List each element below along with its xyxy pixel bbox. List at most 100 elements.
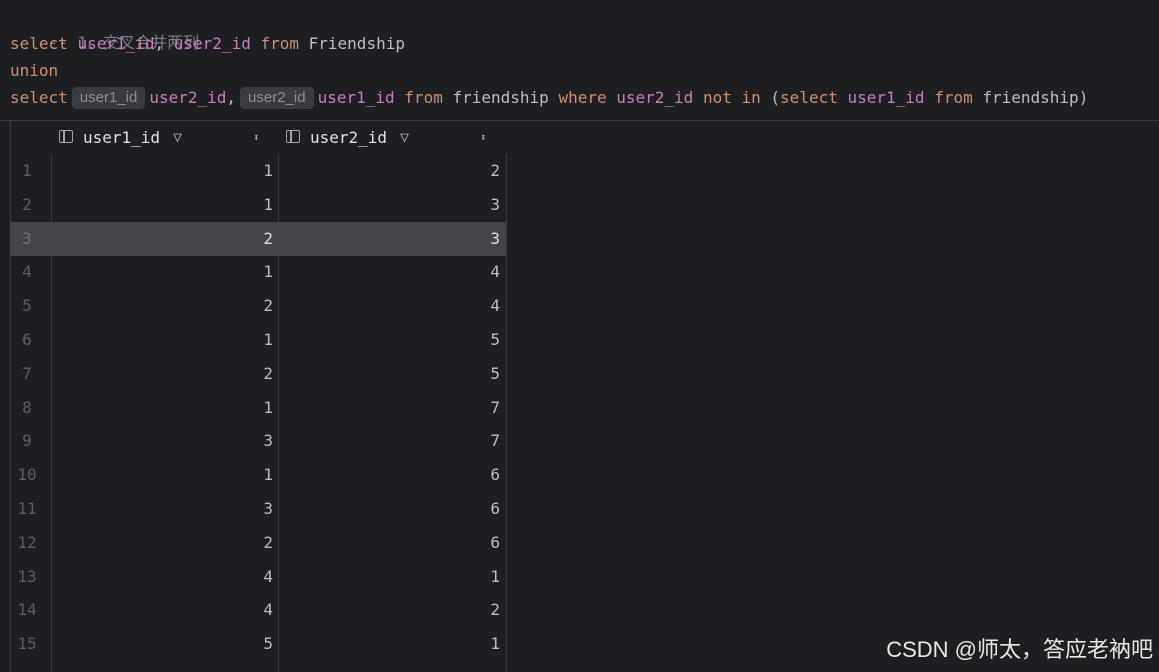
row-number: 7 xyxy=(22,363,32,383)
keyword-select: select xyxy=(780,88,838,107)
cell-user2-id[interactable]: 2 xyxy=(278,154,500,188)
cell-user1-id[interactable]: 1 xyxy=(51,391,273,425)
keyword-from: from xyxy=(934,88,973,107)
keyword-from: from xyxy=(404,88,443,107)
table-row[interactable]: 15 5 1 xyxy=(10,627,506,661)
cell-user1-id[interactable]: 2 xyxy=(51,526,273,560)
table-row[interactable]: 524 xyxy=(10,289,506,323)
table-row[interactable]: 10 1 6 xyxy=(10,458,506,492)
paren-open: ( xyxy=(770,88,781,107)
table-row[interactable]: 112 xyxy=(10,154,506,188)
cell-user1-id[interactable]: 5 xyxy=(51,627,273,661)
column-ref: user2_id xyxy=(173,34,251,53)
table-row[interactable]: 13 4 1 xyxy=(10,560,506,594)
keyword-select: select xyxy=(10,88,68,107)
column-header-user1-id[interactable]: user1_id ▽ ⬍ xyxy=(51,121,278,154)
cell-user1-id[interactable]: 3 xyxy=(51,492,273,526)
column-icon xyxy=(286,130,300,143)
column-ref: user1_id xyxy=(77,34,155,53)
sql-editor[interactable]: -- 1、交叉合并两列 select user1_id, user2_id fr… xyxy=(0,0,1159,121)
cell-user2-id[interactable]: 4 xyxy=(278,255,500,289)
cell-user2-id[interactable]: 1 xyxy=(278,560,500,594)
cell-user2-id[interactable]: 1 xyxy=(278,627,500,661)
cell-user1-id[interactable]: 1 xyxy=(51,188,273,222)
filter-icon[interactable]: ▽ xyxy=(400,121,409,154)
cell-user2-id[interactable]: 3 xyxy=(278,188,500,222)
sort-icon[interactable]: ⬍ xyxy=(253,121,260,154)
table-row[interactable]: 14 4 2 xyxy=(10,593,506,627)
keyword-in: in xyxy=(741,88,761,107)
row-number: 12 xyxy=(17,532,37,552)
cell-user2-id[interactable]: 2 xyxy=(278,593,500,627)
grid-header: user1_id ▽ ⬍ user2_id ▽ ⬍ xyxy=(10,121,508,154)
watermark: CSDN @师太，答应老衲吧 xyxy=(886,637,1153,662)
comma: , xyxy=(226,88,237,107)
cell-user2-id[interactable]: 7 xyxy=(278,424,500,458)
table-row[interactable]: 414 xyxy=(10,255,506,289)
row-number: 9 xyxy=(22,431,32,451)
column-ref: user1_id xyxy=(317,88,395,107)
result-grid[interactable]: user1_id ▽ ⬍ user2_id ▽ ⬍ 11221332341452… xyxy=(10,121,1159,672)
cell-user2-id[interactable]: 5 xyxy=(278,323,500,357)
table-row[interactable]: 12 2 6 xyxy=(10,526,506,560)
paren-close: ) xyxy=(1078,88,1089,107)
cell-user2-id[interactable]: 7 xyxy=(278,391,500,425)
cell-user1-id[interactable]: 2 xyxy=(51,222,273,256)
keyword-where: where xyxy=(558,88,607,107)
keyword-union: union xyxy=(10,61,59,80)
code-line-3[interactable]: union xyxy=(10,57,58,84)
row-number: 11 xyxy=(17,499,37,518)
row-number: 3 xyxy=(22,228,32,248)
cell-user2-id[interactable]: 6 xyxy=(278,526,500,560)
row-number: 14 xyxy=(17,600,37,620)
column-ref: user1_id xyxy=(847,88,925,107)
table-row[interactable]: 323 xyxy=(10,221,506,256)
cell-user1-id[interactable]: 1 xyxy=(51,458,273,492)
cell-user1-id[interactable]: 1 xyxy=(51,323,273,357)
cell-user1-id[interactable]: 1 xyxy=(51,255,273,289)
cell-user1-id[interactable]: 2 xyxy=(51,289,273,323)
cell-user1-id[interactable]: 3 xyxy=(51,424,273,458)
column-header-user2-id[interactable]: user2_id ▽ ⬍ xyxy=(278,121,506,154)
keyword-select: select xyxy=(10,34,68,53)
code-line-2[interactable]: select user1_id, user2_id from Friendshi… xyxy=(10,30,405,57)
cell-user2-id[interactable]: 3 xyxy=(278,222,500,256)
cell-user2-id[interactable]: 6 xyxy=(278,458,500,492)
alias-hint: user1_id xyxy=(71,87,146,109)
cell-user2-id[interactable]: 4 xyxy=(278,289,500,323)
keyword-from: from xyxy=(260,34,299,53)
column-divider xyxy=(506,154,507,672)
code-line-1[interactable]: -- 1、交叉合并两列 xyxy=(10,2,200,52)
table-row[interactable]: 615 xyxy=(10,323,506,357)
table-row[interactable]: 213 xyxy=(10,188,506,222)
cell-user1-id[interactable]: 4 xyxy=(51,593,273,627)
table-row[interactable]: 725 xyxy=(10,357,506,391)
table-row[interactable]: 937 xyxy=(10,424,506,458)
keyword-not: not xyxy=(702,88,732,107)
row-number: 5 xyxy=(22,296,32,316)
row-number: 8 xyxy=(22,397,32,417)
table-ref: Friendship xyxy=(308,34,405,53)
table-ref: friendship xyxy=(452,88,549,107)
row-number: 1 xyxy=(22,161,32,180)
cell-user1-id[interactable]: 2 xyxy=(51,357,273,391)
cell-user1-id[interactable]: 4 xyxy=(51,560,273,594)
filter-icon[interactable]: ▽ xyxy=(173,121,182,154)
row-number: 10 xyxy=(17,465,37,485)
cell-user1-id[interactable]: 1 xyxy=(51,154,273,188)
column-ref: user2_id xyxy=(616,88,694,107)
code-line-4[interactable]: select user1_id user2_id, user2_id user1_id … xyxy=(10,84,1088,111)
sort-icon[interactable]: ⬍ xyxy=(480,121,487,154)
column-ref: user2_id xyxy=(149,88,227,107)
row-number: 13 xyxy=(17,566,37,586)
cell-user2-id[interactable]: 5 xyxy=(278,357,500,391)
row-number: 6 xyxy=(22,330,32,349)
table-row[interactable]: 11 3 6 xyxy=(10,492,506,526)
row-number: 15 xyxy=(17,634,37,654)
column-header-label: user2_id xyxy=(310,128,388,147)
table-ref: friendship xyxy=(982,88,1079,107)
table-row[interactable]: 817 xyxy=(10,391,506,425)
column-icon xyxy=(59,130,73,143)
cell-user2-id[interactable]: 6 xyxy=(278,492,500,526)
row-number: 4 xyxy=(22,262,32,282)
